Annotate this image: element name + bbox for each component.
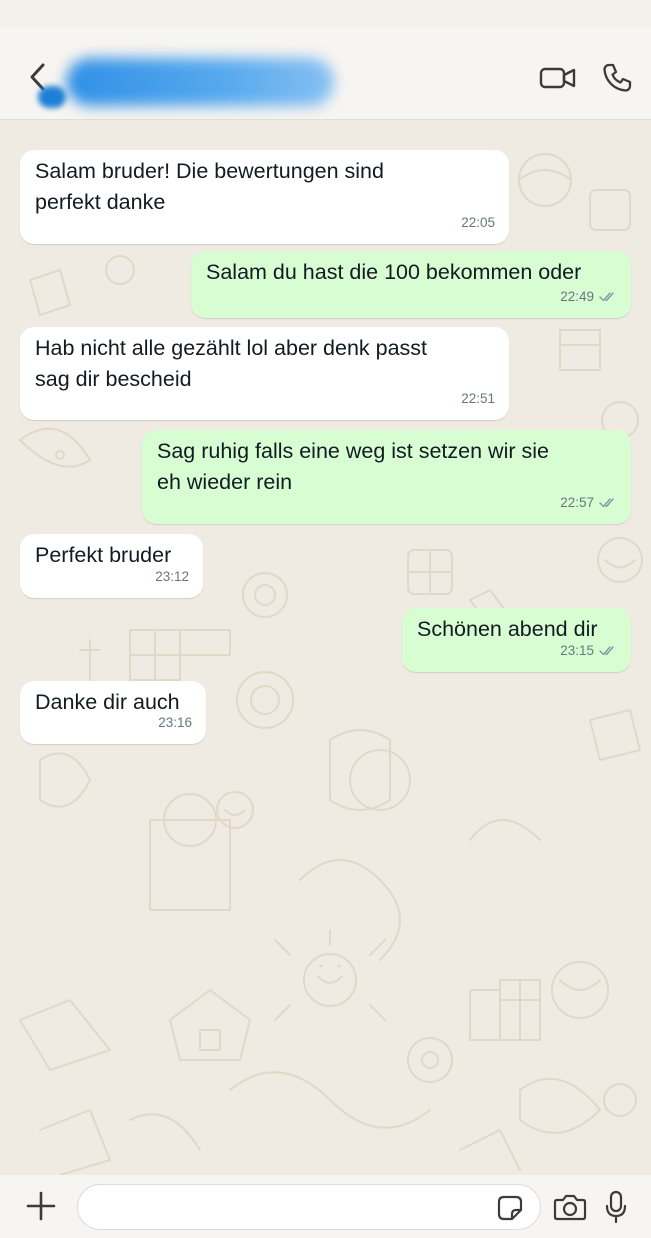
camera-icon xyxy=(553,1194,587,1221)
message-bubble-outgoing[interactable]: Schönen abend dir 23:15 xyxy=(402,608,631,672)
message-time: 23:12 xyxy=(155,569,189,584)
plus-icon xyxy=(26,1191,56,1221)
message-meta: 22:05 xyxy=(461,207,495,238)
double-check-icon xyxy=(599,498,614,508)
message-text: Salam bruder! Die bewertungen sind perfe… xyxy=(35,159,384,214)
message-input[interactable] xyxy=(96,1193,496,1223)
microphone-icon xyxy=(605,1190,627,1224)
message-meta: 23:15 xyxy=(560,635,617,666)
message-bubble-incoming[interactable]: Hab nicht alle gezählt lol aber denk pas… xyxy=(20,327,509,420)
message-meta: 23:16 xyxy=(158,707,192,738)
message-bubble-incoming[interactable]: Danke dir auch 23:16 xyxy=(20,681,206,744)
double-check-icon xyxy=(599,646,614,656)
message-text: Salam du hast die 100 bekommen oder xyxy=(206,260,582,284)
message-bubble-outgoing[interactable]: Sag ruhig falls eine weg ist setzen wir … xyxy=(142,430,631,524)
message-meta: 22:51 xyxy=(461,383,495,414)
message-time: 22:05 xyxy=(461,215,495,230)
message-input-wrapper xyxy=(77,1184,541,1230)
voice-call-button[interactable] xyxy=(600,61,634,95)
message-bubble-outgoing[interactable]: Salam du hast die 100 bekommen oder 22:4… xyxy=(191,251,631,318)
sticker-icon xyxy=(497,1195,523,1221)
status-bar-area xyxy=(0,0,651,28)
avatar xyxy=(38,86,66,108)
video-camera-icon xyxy=(539,67,576,89)
message-bubble-incoming[interactable]: Perfekt bruder 23:12 xyxy=(20,534,203,598)
camera-button[interactable] xyxy=(553,1192,587,1222)
sticker-button[interactable] xyxy=(496,1194,524,1222)
message-meta: 22:49 xyxy=(560,281,617,312)
message-meta: 22:57 xyxy=(560,487,617,518)
video-call-button[interactable] xyxy=(538,62,578,94)
double-check-icon xyxy=(599,292,614,302)
whatsapp-chat-screen: Salam bruder! Die bewertungen sind perfe… xyxy=(0,0,651,1238)
phone-icon xyxy=(603,63,632,92)
message-time: 23:16 xyxy=(158,715,192,730)
redacted-contact-name xyxy=(66,58,334,106)
message-time: 22:51 xyxy=(461,391,495,406)
message-meta: 23:12 xyxy=(155,561,189,592)
attach-button[interactable] xyxy=(25,1190,57,1222)
message-bubble-incoming[interactable]: Salam bruder! Die bewertungen sind perfe… xyxy=(20,150,509,244)
message-time: 23:15 xyxy=(560,643,594,658)
contact-info[interactable] xyxy=(38,38,346,120)
message-list[interactable]: Salam bruder! Die bewertungen sind perfe… xyxy=(0,120,651,1175)
message-text: Hab nicht alle gezählt lol aber denk pas… xyxy=(35,336,428,391)
message-time: 22:57 xyxy=(560,495,594,510)
chat-header xyxy=(0,28,651,120)
message-time: 22:49 xyxy=(560,289,594,304)
message-text: Sag ruhig falls eine weg ist setzen wir … xyxy=(157,439,549,494)
message-composer xyxy=(0,1175,651,1238)
voice-message-button[interactable] xyxy=(604,1189,628,1225)
